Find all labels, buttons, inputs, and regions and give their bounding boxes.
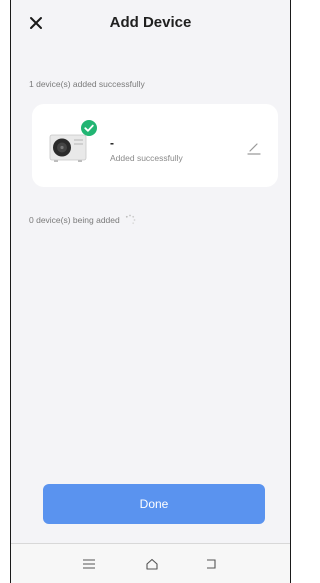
page-title: Add Device xyxy=(109,14,192,31)
adding-status-row: 0 device(s) being added xyxy=(29,214,136,226)
edit-name-button[interactable] xyxy=(246,140,262,156)
system-nav-bar xyxy=(11,543,290,583)
loading-spinner-icon xyxy=(125,214,136,225)
device-status: Added successfully xyxy=(110,153,183,163)
nav-menu-button[interactable] xyxy=(79,554,99,574)
added-count-label: 1 device(s) added successfully xyxy=(29,79,145,89)
back-icon xyxy=(207,559,216,569)
header-bar: Add Device xyxy=(11,0,290,50)
device-name: - xyxy=(110,136,114,150)
app-screen: Add Device 1 device(s) added successfull… xyxy=(10,0,291,583)
menu-icon xyxy=(83,559,95,569)
heat-pump-unit-icon xyxy=(49,134,87,162)
nav-home-button[interactable] xyxy=(142,554,162,574)
adding-count-label: 0 device(s) being added xyxy=(29,215,120,225)
edit-pencil-icon xyxy=(247,143,261,155)
nav-back-button[interactable] xyxy=(201,554,221,574)
device-card: - Added successfully xyxy=(32,104,278,187)
done-button[interactable]: Done xyxy=(43,484,265,524)
check-circle-icon xyxy=(81,120,97,136)
home-icon xyxy=(146,558,158,570)
